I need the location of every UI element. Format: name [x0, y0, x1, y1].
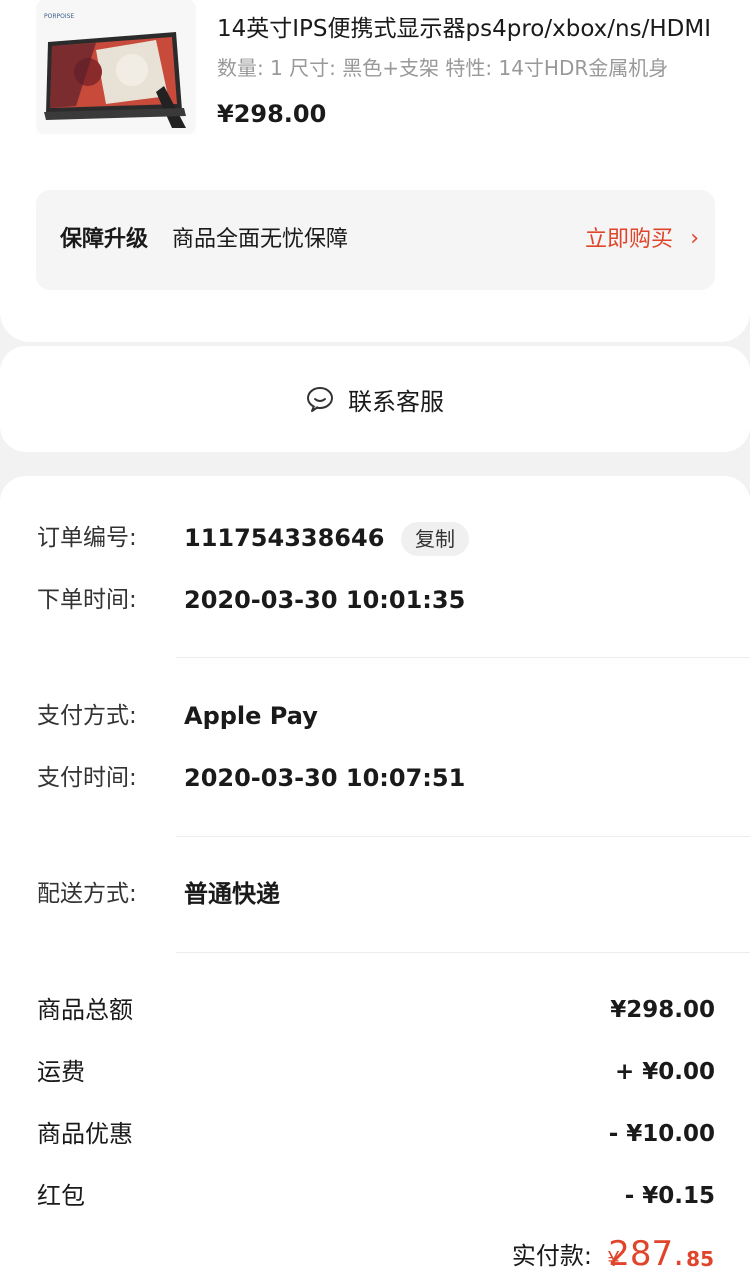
divider — [176, 952, 750, 953]
summary-value: + ¥0.00 — [614, 1059, 715, 1085]
monitor-image-icon: PORPOISE — [36, 0, 196, 134]
summary-value: - ¥10.00 — [608, 1121, 715, 1147]
paid-amount-decimal: 85 — [686, 1247, 714, 1271]
pay-time: 2020-03-30 10:07:51 — [184, 764, 466, 792]
order-number: 111754338646 — [184, 524, 385, 552]
divider — [176, 657, 750, 658]
product-image-brand: PORPOISE — [44, 13, 74, 20]
pay-method-label: 支付方式: — [37, 703, 137, 729]
delivery-method: 普通快递 — [184, 880, 280, 908]
guarantee-banner[interactable]: 保障升级 商品全面无忧保障 立即购买 › — [36, 190, 715, 290]
divider — [176, 836, 750, 837]
chat-bubble-icon — [307, 387, 333, 412]
contact-service-button[interactable]: 联系客服 — [0, 346, 750, 452]
product-price: ¥298.00 — [217, 100, 327, 128]
guarantee-description: 商品全面无忧保障 — [172, 227, 349, 252]
paid-label: 实付款: — [511, 1242, 592, 1270]
product-image[interactable]: PORPOISE — [36, 0, 196, 134]
chevron-right-icon: › — [690, 226, 699, 251]
order-created-label: 下单时间: — [37, 587, 137, 613]
summary-label: 商品总额 — [37, 996, 133, 1024]
order-number-label: 订单编号: — [37, 525, 137, 551]
summary-label: 商品优惠 — [37, 1120, 133, 1148]
product-card: PORPOISE 14英寸IPS便携式显示器ps4pro/xbox/ns/HDM… — [0, 0, 750, 342]
order-detail-card: 订单编号: 111754338646 复制 下单时间: 2020-03-30 1… — [0, 476, 750, 1282]
summary-value: ¥298.00 — [610, 997, 715, 1023]
contact-service-label: 联系客服 — [348, 387, 444, 416]
paid-amount-integer: 287. — [608, 1234, 684, 1274]
pay-method: Apple Pay — [184, 702, 318, 730]
buy-now-link[interactable]: 立即购买 — [585, 225, 673, 255]
order-created-time: 2020-03-30 10:01:35 — [184, 586, 466, 614]
guarantee-label: 保障升级 — [60, 227, 149, 252]
delivery-label: 配送方式: — [37, 881, 137, 907]
pay-time-label: 支付时间: — [37, 765, 137, 791]
product-title[interactable]: 14英寸IPS便携式显示器ps4pro/xbox/ns/HDMI — [217, 14, 717, 44]
summary-label: 运费 — [37, 1058, 85, 1086]
copy-button[interactable]: 复制 — [401, 522, 469, 556]
product-spec: 数量: 1 尺寸: 黑色+支架 特性: 14寸HDR金属机身 — [217, 56, 669, 80]
summary-label: 红包 — [37, 1182, 85, 1210]
service-card: 联系客服 — [0, 346, 750, 452]
summary-value: - ¥0.15 — [624, 1183, 715, 1209]
